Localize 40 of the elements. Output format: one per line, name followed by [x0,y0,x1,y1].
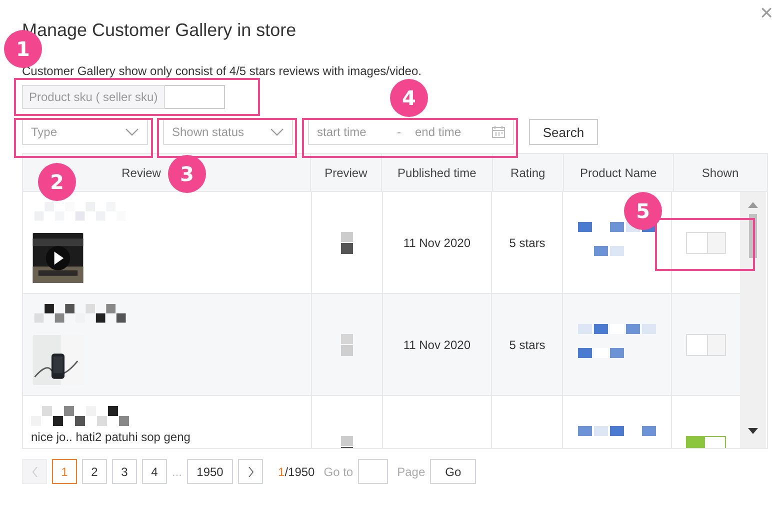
chevron-left-icon [32,466,38,476]
chevron-icon [270,128,284,136]
toggle-switch[interactable] [686,334,726,356]
toggle-switch[interactable] [686,232,726,254]
published-date: 11 Nov 2020 [403,338,471,352]
previous-page-button[interactable] [22,459,47,484]
pixelated-image-drawing [340,232,353,254]
page-label: Page [397,464,426,478]
sku-label: Product sku ( seller sku) [22,85,165,109]
page-button[interactable]: 1950 [187,459,234,484]
page-button[interactable]: 3 [112,459,137,484]
calendar-icon [492,126,505,138]
column-header: Preview [310,154,382,191]
column-header: Rating [492,154,564,191]
rating-text: 5 stars [509,236,546,250]
sku-field[interactable] [164,85,225,109]
page-button[interactable]: 4 [142,459,167,484]
column-header: Shown [700,164,740,182]
published-date: 11 Nov 2020 [403,236,471,250]
page-button[interactable]: 2 [82,459,107,484]
chevron-right-icon [248,466,254,476]
scroll-up-icon[interactable] [748,202,758,208]
column-header: Published time [382,154,493,191]
rating-text: 5 stars [509,338,546,352]
column-header: Product Name [564,154,674,191]
chevron-icon [125,128,139,136]
scroll-down-icon[interactable] [748,428,758,434]
step-number-badge: 4 [390,79,428,117]
next-page-button[interactable] [238,459,264,484]
pixelated-image-drawing [340,334,353,356]
scrollbar[interactable] [740,192,766,448]
review-text: nice jo.. hati2 patuhi sop geng [31,430,190,444]
go-button[interactable]: Go [430,459,476,484]
step-number-badge: 5 [624,192,662,230]
search-button[interactable]: Search [529,119,598,145]
goto-label: Go to [324,464,354,478]
page-count: 1/1950 [278,464,315,478]
description: Customer Gallery show only consist of 4/5 stars reviews with images/video. [22,64,422,80]
page-field[interactable] [358,459,388,484]
ellipsis: ... [172,464,182,478]
